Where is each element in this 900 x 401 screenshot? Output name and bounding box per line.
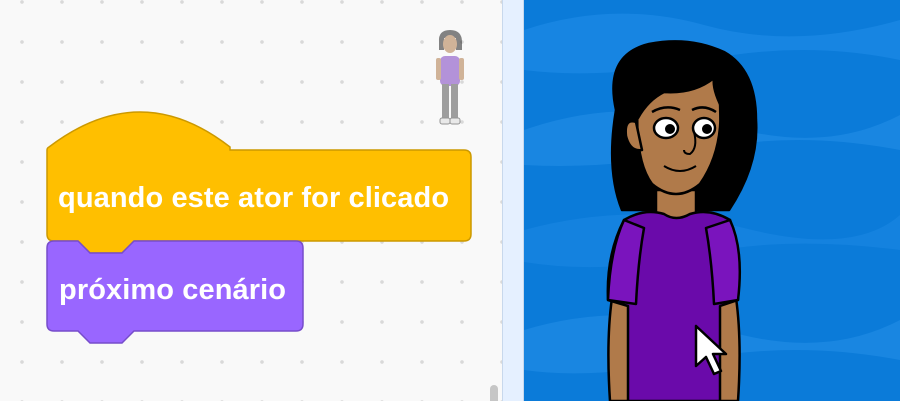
hat-block-label: quando este ator for clicado	[58, 182, 450, 214]
stage[interactable]	[524, 0, 900, 401]
code-workspace[interactable]: quando este ator for clicado próximo cen…	[0, 0, 502, 401]
stage-canvas	[524, 13, 900, 401]
stack-block-label: próximo cenário	[59, 274, 287, 306]
panel-divider	[502, 0, 524, 401]
vertical-scrollbar[interactable]	[490, 385, 498, 401]
scratch-editor: quando este ator for clicado próximo cen…	[0, 0, 900, 401]
girl-character-sprite[interactable]	[606, 40, 758, 401]
